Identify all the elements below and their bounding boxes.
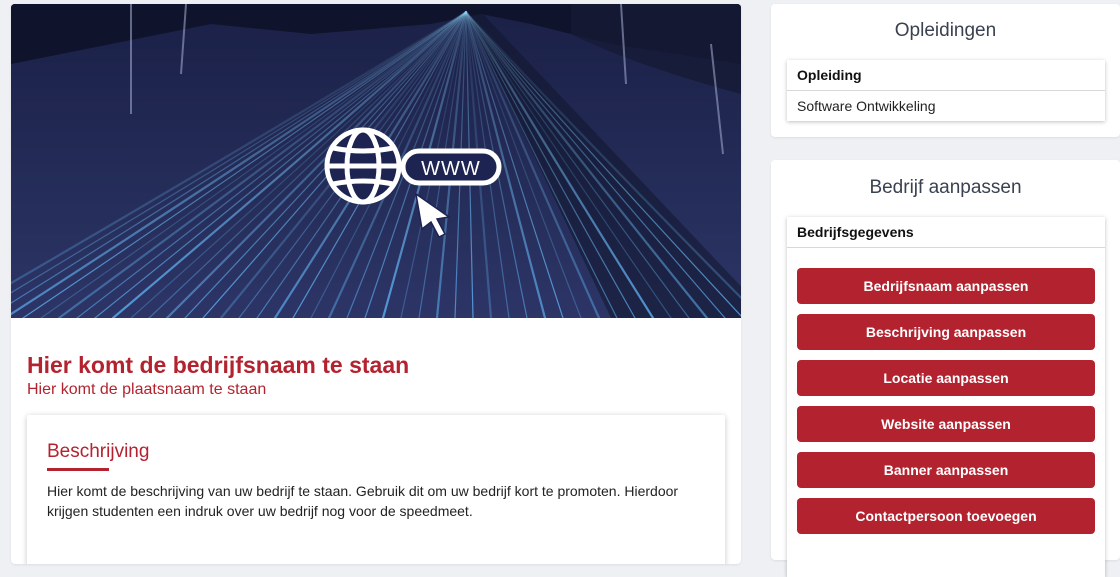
opleidingen-title: Opleidingen (894, 20, 997, 41)
edit-company-name-button[interactable]: Bedrijfsnaam aanpassen (797, 268, 1095, 304)
banner-illustration: WWW (11, 4, 741, 318)
company-profile-card: WWW Hier komt de bedrijfsnaam te staan H… (11, 4, 741, 564)
description-card: Beschrijving Hier komt de beschrijving v… (27, 415, 725, 564)
url-bar-icon: WWW (400, 148, 502, 186)
edit-description-button[interactable]: Beschrijving aanpassen (797, 314, 1095, 350)
add-contact-person-button[interactable]: Contactpersoon toevoegen (797, 498, 1095, 534)
bedrijf-aanpassen-card: Bedrijf aanpassen Bedrijfsgegevens Bedri… (771, 160, 1120, 577)
edit-website-button[interactable]: Website aanpassen (797, 406, 1095, 442)
description-title: Beschrijving (47, 441, 150, 462)
bedrijfsgegevens-header: Bedrijfsgegevens (787, 217, 1105, 248)
company-banner: WWW (11, 4, 741, 318)
company-name: Hier komt de bedrijfsnaam te staan (27, 352, 410, 378)
opleidingen-table: Opleiding Software Ontwikkeling (787, 60, 1105, 121)
table-row: Software Ontwikkeling (797, 98, 936, 114)
edit-location-button[interactable]: Locatie aanpassen (797, 360, 1095, 396)
description-title-underline (47, 468, 109, 471)
bedrijf-aanpassen-title: Bedrijf aanpassen (869, 177, 1022, 198)
opleidingen-table-header: Opleiding (787, 60, 1105, 91)
description-text: Hier komt de beschrijving van uw bedrijf… (47, 483, 679, 519)
opleidingen-card: Opleidingen Opleiding Software Ontwikkel… (771, 4, 1120, 137)
globe-icon (324, 127, 402, 205)
company-city: Hier komt de plaatsnaam te staan (27, 381, 267, 398)
bedrijfsgegevens-panel: Bedrijfsgegevens Bedrijfsnaam aanpassen … (787, 217, 1105, 577)
url-bar-text: WWW (421, 158, 481, 180)
edit-banner-button[interactable]: Banner aanpassen (797, 452, 1095, 488)
